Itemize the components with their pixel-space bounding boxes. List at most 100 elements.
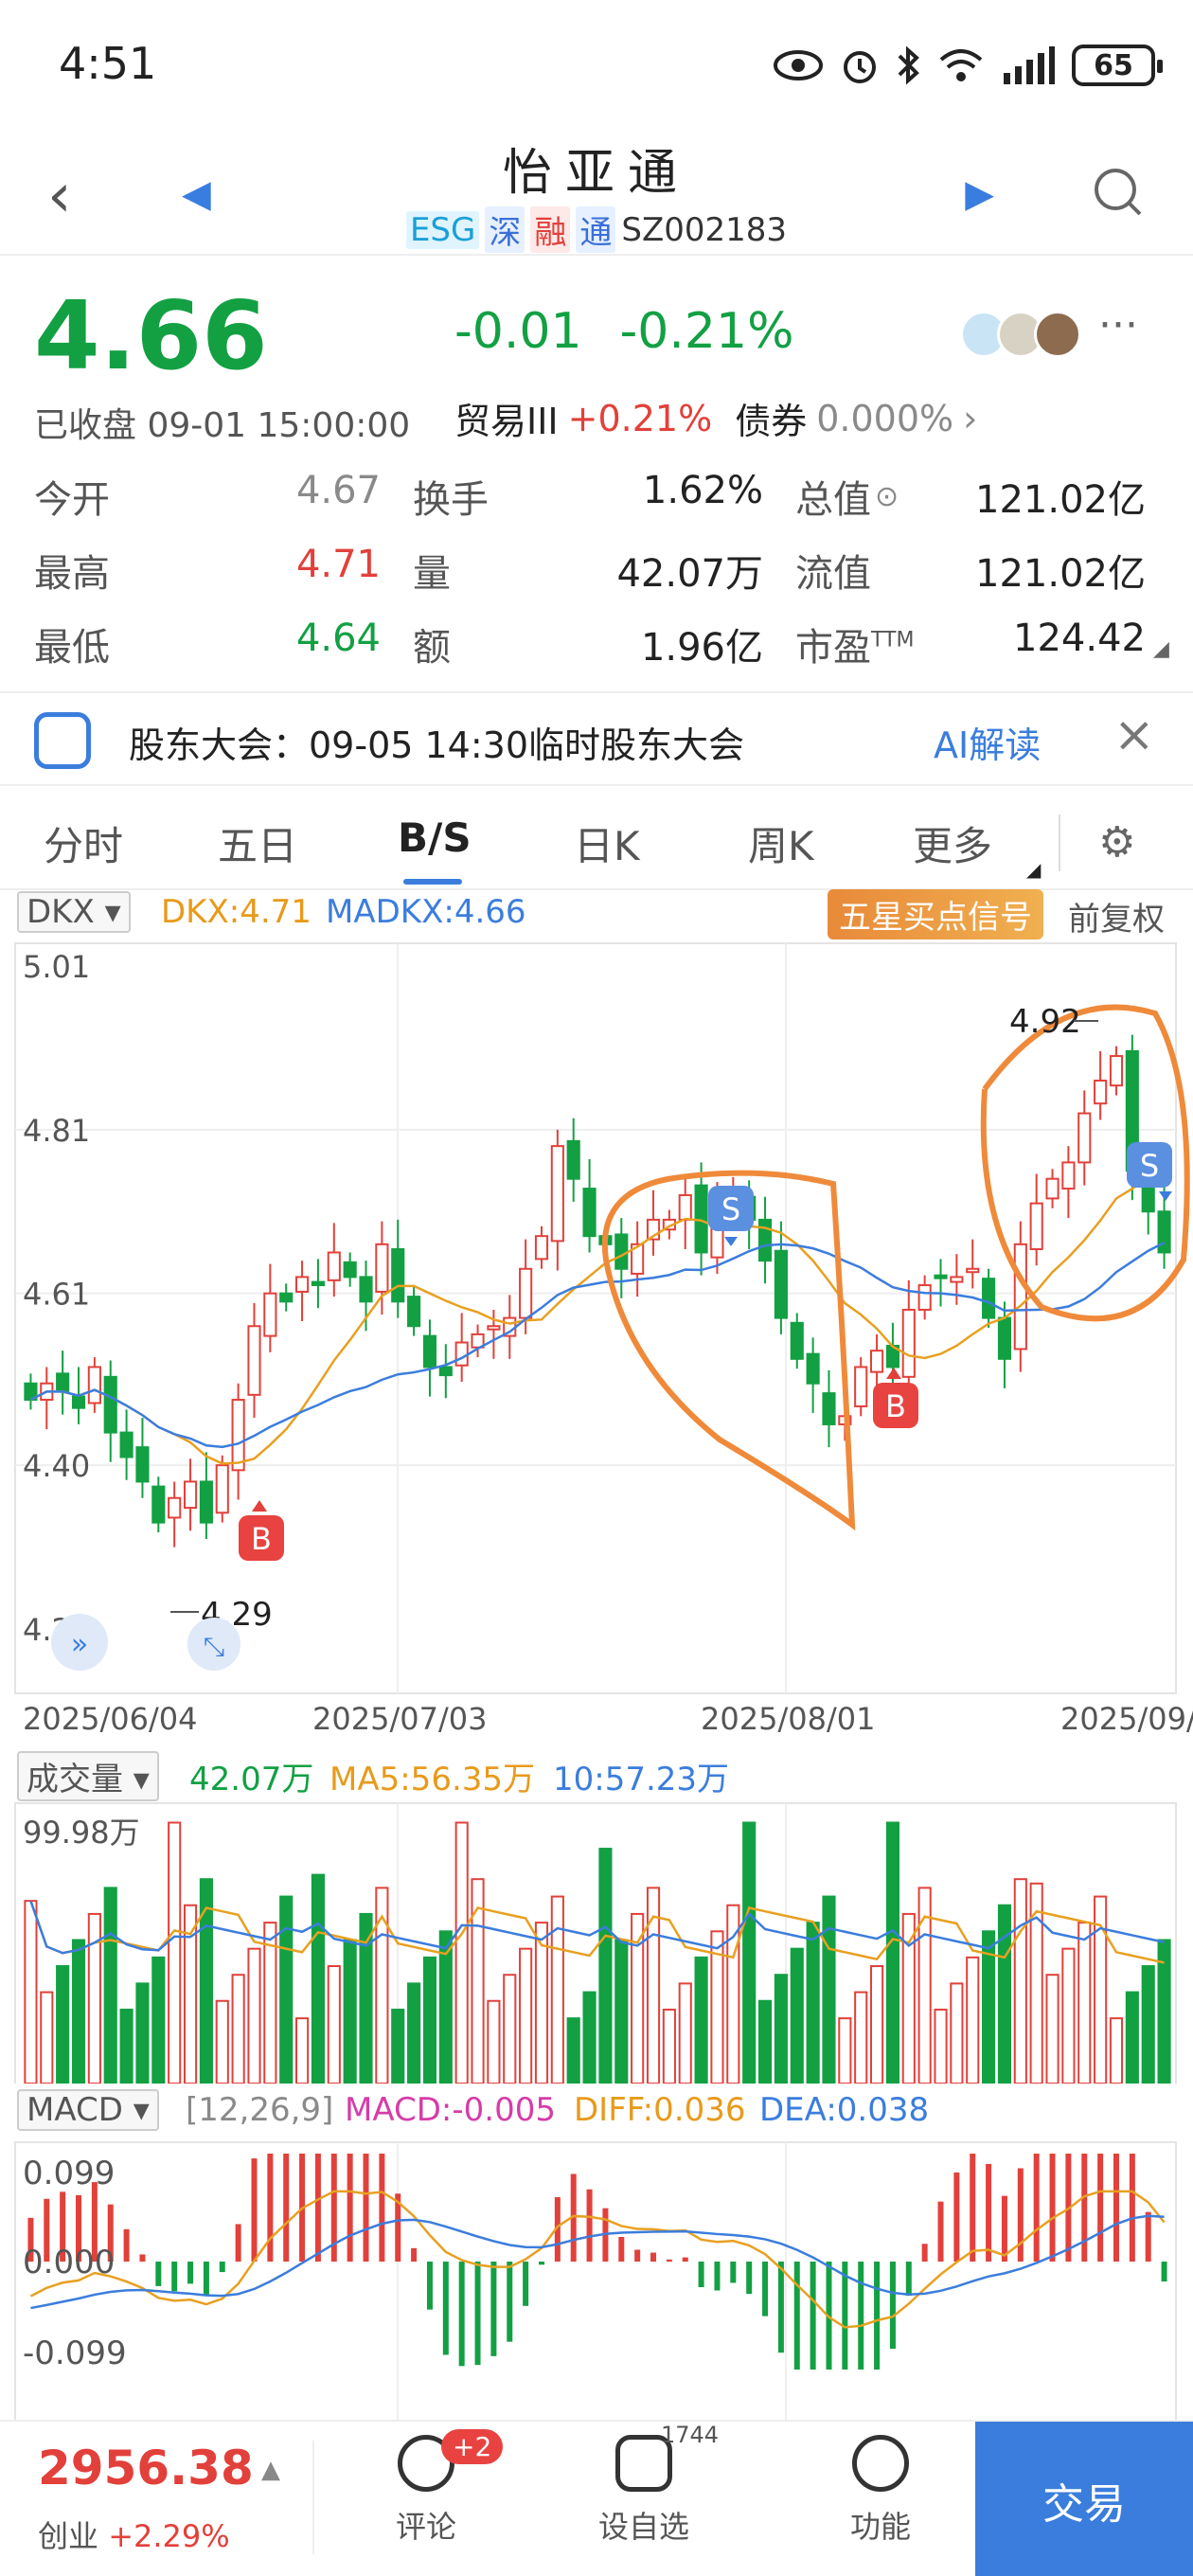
macd-bar bbox=[810, 2262, 816, 2370]
watchlist-button[interactable]: 设自选 1744 bbox=[587, 2422, 719, 2547]
discussion-avatars[interactable] bbox=[960, 311, 1082, 362]
comment-button[interactable]: 评论 +2 bbox=[379, 2429, 504, 2547]
bluetooth-icon bbox=[898, 45, 919, 85]
mktcap-label-row[interactable]: 总值 ⊙ bbox=[795, 469, 899, 524]
alarm-icon bbox=[844, 51, 876, 83]
tab-intraday[interactable]: 分时 bbox=[44, 814, 123, 872]
volume-bar bbox=[135, 1982, 150, 2084]
expand-corner-icon[interactable]: ◢ bbox=[1153, 637, 1169, 661]
volume-bar bbox=[56, 1965, 70, 2084]
buy-marker-1: B bbox=[239, 1500, 284, 1561]
index-price[interactable]: 2956.38 bbox=[38, 2441, 254, 2496]
volume-bar bbox=[215, 1999, 229, 2084]
macd-bar bbox=[842, 2262, 848, 2370]
signal-badge[interactable]: 五星买点信号 bbox=[828, 889, 1043, 939]
macd-value: MACD:-0.005 bbox=[345, 2091, 556, 2129]
macd-bar bbox=[1001, 2195, 1007, 2262]
candle bbox=[934, 1259, 948, 1307]
macd-bar bbox=[267, 2154, 274, 2262]
pe-label: 市盈 bbox=[795, 626, 871, 670]
diff-line bbox=[29, 2190, 1166, 2329]
volume-bar bbox=[950, 1982, 964, 2084]
tab-daily-k[interactable]: 日K bbox=[574, 814, 640, 872]
info-icon[interactable]: ⊙ bbox=[875, 480, 899, 513]
mktcap-label: 总值 bbox=[795, 478, 871, 522]
volume-indicator-row: 成交量 ▾ 42.07万 MA5:56.35万 10:57.23万 bbox=[0, 1747, 1193, 1804]
candle bbox=[885, 1322, 900, 1390]
macd-dropdown[interactable]: MACD ▾ bbox=[17, 2089, 159, 2131]
sector-name[interactable]: 贸易III bbox=[454, 392, 559, 444]
change-percent: -0.21% bbox=[619, 303, 794, 360]
candle bbox=[566, 1118, 580, 1202]
candle bbox=[822, 1369, 836, 1448]
volume-bar bbox=[1125, 1991, 1139, 2084]
macd-bar bbox=[523, 2262, 529, 2306]
tab-five-day[interactable]: 五日 bbox=[218, 814, 297, 872]
macd-chart[interactable]: 0.099 0.000 -0.099 bbox=[0, 2140, 1193, 2420]
volume-bar bbox=[885, 1821, 900, 2084]
candle bbox=[438, 1344, 453, 1399]
menu-icon bbox=[852, 2435, 909, 2492]
macd-bar bbox=[858, 2262, 864, 2370]
macd-bar bbox=[538, 2262, 544, 2265]
candle bbox=[391, 1219, 405, 1318]
candle bbox=[263, 1263, 277, 1352]
volume-dropdown[interactable]: 成交量 ▾ bbox=[17, 1751, 159, 1801]
next-stock-button[interactable]: ▶ bbox=[965, 172, 994, 216]
volume-bar bbox=[997, 1904, 1012, 2084]
trade-button[interactable]: 交易 bbox=[975, 2422, 1193, 2576]
candlestick-chart[interactable]: 5.014.814.614.404.20 2025/06/042025/07/0… bbox=[0, 938, 1193, 1771]
collapse-up-icon[interactable]: ▲ bbox=[261, 2456, 280, 2484]
volume-chart[interactable]: 99.98万 bbox=[0, 1799, 1193, 2084]
macd-bar bbox=[426, 2262, 433, 2310]
macd-bar bbox=[1081, 2154, 1088, 2262]
settings-icon[interactable]: ⚙ bbox=[1098, 818, 1135, 867]
candle bbox=[359, 1261, 373, 1332]
chevron-right-icon[interactable]: › bbox=[963, 398, 977, 439]
volume-bar bbox=[598, 1848, 613, 2084]
volume-y-top: 99.98万 bbox=[23, 1815, 140, 1851]
volume-bar bbox=[662, 2008, 676, 2084]
more-icon[interactable]: ··· bbox=[1098, 301, 1138, 349]
bond-label[interactable]: 债券 bbox=[735, 392, 807, 444]
function-button[interactable]: 功能 bbox=[833, 2435, 928, 2547]
volume-bar bbox=[631, 1912, 645, 2084]
candle bbox=[151, 1476, 166, 1533]
macd-bar bbox=[937, 2201, 944, 2262]
indicator-dropdown[interactable]: DKX ▾ bbox=[17, 891, 131, 933]
volume-bar bbox=[454, 1821, 469, 2084]
candle bbox=[1109, 1046, 1124, 1096]
tab-weekly-k[interactable]: 周K bbox=[748, 814, 814, 872]
ai-read-button[interactable]: AI解读 bbox=[934, 716, 1041, 768]
candle bbox=[103, 1360, 117, 1462]
volume-bar bbox=[854, 1991, 868, 2084]
notice-text[interactable]: 股东大会：09-05 14:30临时股东大会 bbox=[129, 716, 744, 768]
tag-esg[interactable]: ESG bbox=[405, 210, 480, 249]
tab-more[interactable]: 更多 bbox=[913, 814, 992, 872]
macd-indicator-row: MACD ▾ [12,26,9] MACD:-0.005 DIFF:0.036 … bbox=[0, 2085, 1193, 2142]
macd-bar bbox=[235, 2224, 241, 2262]
macd-bar bbox=[905, 2262, 912, 2297]
notice-bar[interactable]: 股东大会：09-05 14:30临时股东大会 AI解读 × bbox=[0, 691, 1193, 786]
volume-bar bbox=[231, 1974, 245, 2084]
diff-value: DIFF:0.036 bbox=[574, 2091, 746, 2129]
close-icon[interactable]: × bbox=[1113, 707, 1155, 763]
tab-bs[interactable]: B/S bbox=[398, 814, 472, 861]
macd-bar bbox=[986, 2163, 992, 2262]
tag-tong: 通 bbox=[576, 206, 616, 253]
volume-bar bbox=[294, 2017, 310, 2084]
low-label: 最低 bbox=[34, 626, 110, 670]
active-tab-indicator bbox=[403, 879, 462, 885]
volume-bar bbox=[343, 1939, 357, 2084]
search-icon[interactable] bbox=[1091, 165, 1144, 218]
y-tick-label: 4.40 bbox=[23, 1448, 90, 1484]
low-value: 4.64 bbox=[295, 617, 381, 660]
volume-bar bbox=[582, 1991, 596, 2084]
candle bbox=[40, 1367, 54, 1430]
macd-bar bbox=[347, 2154, 353, 2262]
sector-row[interactable]: 贸易III +0.21% 债券 0.000% › bbox=[454, 392, 977, 444]
svg-text:⤡: ⤡ bbox=[204, 1631, 224, 1662]
candle bbox=[1094, 1050, 1108, 1120]
pe-sup: TTM bbox=[871, 628, 915, 653]
adjust-label[interactable]: 前复权 bbox=[1068, 893, 1165, 939]
